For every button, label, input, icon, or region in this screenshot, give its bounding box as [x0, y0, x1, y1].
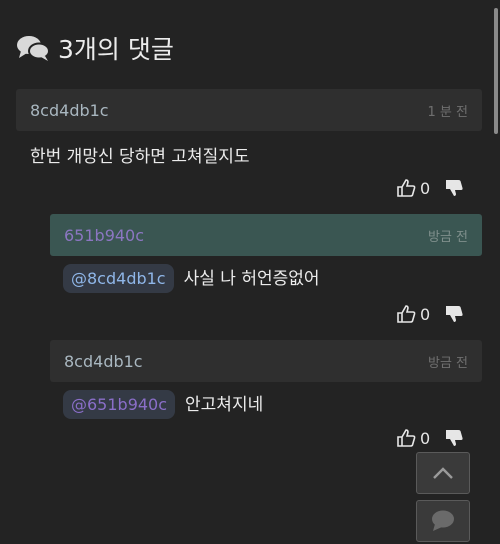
scroll-top-button[interactable]	[416, 452, 470, 494]
comment-header: 651b940c 방금 전	[50, 214, 482, 256]
thumbs-up-icon[interactable]	[396, 428, 416, 448]
comment-body: @651b940c 안고쳐지네	[63, 390, 263, 419]
comment-author[interactable]: 651b940c	[64, 226, 144, 245]
comment-text: 한번 개망신 당하면 고쳐질지도	[30, 147, 250, 167]
vote-controls: 0	[396, 178, 464, 198]
comment-time: 방금 전	[427, 355, 468, 371]
comment-time: 방금 전	[427, 229, 468, 245]
comment-body: @8cd4db1c 사실 나 허언증없어	[63, 264, 320, 293]
page-title: 3개의 댓글	[58, 35, 174, 64]
mention-tag[interactable]: @8cd4db1c	[63, 264, 174, 293]
comment-text: 안고쳐지네	[185, 395, 264, 415]
thumbs-down-icon[interactable]	[444, 428, 464, 448]
thumbs-up-icon[interactable]	[396, 304, 416, 324]
write-comment-button[interactable]	[416, 500, 470, 542]
upvote-count: 0	[420, 304, 431, 324]
chevron-up-icon	[433, 467, 453, 479]
upvote-count: 0	[420, 428, 431, 448]
thumbs-down-icon[interactable]	[444, 178, 464, 198]
comment-header: 8cd4db1c 방금 전	[50, 340, 482, 382]
chat-bubbles-icon	[17, 36, 50, 61]
comment-time: 1 분 전	[427, 104, 468, 120]
vote-controls: 0	[396, 304, 464, 324]
comment-header: 8cd4db1c 1 분 전	[16, 89, 482, 131]
comment-author[interactable]: 8cd4db1c	[30, 101, 109, 120]
thumbs-down-icon[interactable]	[444, 304, 464, 324]
comment-body: 한번 개망신 당하면 고쳐질지도	[30, 142, 250, 167]
mention-tag[interactable]: @651b940c	[63, 390, 176, 419]
vote-controls: 0	[396, 428, 464, 448]
scrollbar[interactable]	[494, 8, 498, 134]
comment-text: 사실 나 허언증없어	[183, 269, 320, 289]
upvote-count: 0	[420, 178, 431, 198]
chat-bubble-icon	[432, 510, 454, 531]
comment-author[interactable]: 8cd4db1c	[64, 352, 143, 371]
thumbs-up-icon[interactable]	[396, 178, 416, 198]
comments-header: 3개의 댓글	[16, 30, 174, 66]
